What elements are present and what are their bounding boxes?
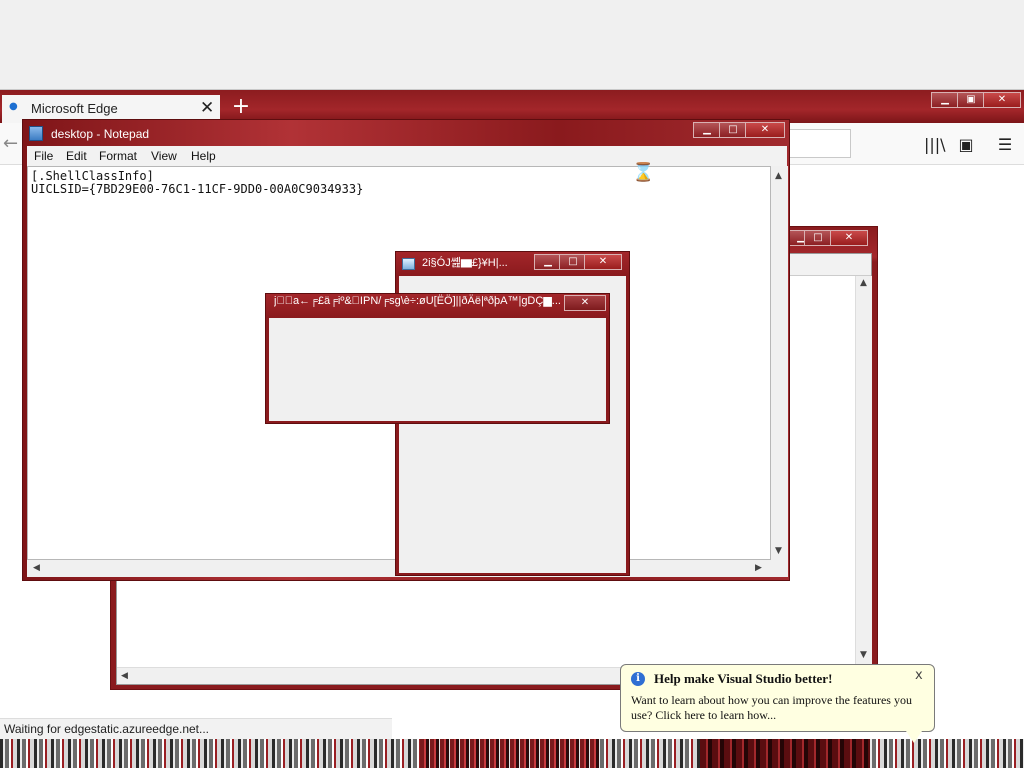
scroll-right-icon[interactable]: ▶ <box>755 563 762 573</box>
scroll-up-icon[interactable]: ▲ <box>775 171 782 181</box>
toast-title: Help make Visual Studio better! <box>654 671 833 686</box>
bg-maximize-button[interactable]: □ <box>804 230 832 246</box>
bg-close-button[interactable]: ✕ <box>830 230 868 246</box>
notepad-vertical-scrollbar[interactable]: ▲ ▼ <box>771 166 788 560</box>
menu-help[interactable]: Help <box>191 149 216 163</box>
busy-cursor-icon: ⌛ <box>632 162 655 183</box>
toast-pointer <box>906 731 922 743</box>
menu-format[interactable]: Format <box>99 149 137 163</box>
menu-edit[interactable]: Edit <box>66 149 87 163</box>
scroll-down-icon[interactable]: ▼ <box>860 650 867 660</box>
garbled-dialog-wide[interactable]: j  a←╒£ä╒iº& IPN/╒sg\è÷:øU[ËÖ]||ðÄë|ªðþA… <box>265 293 610 424</box>
toast-close-icon[interactable]: x <box>915 668 923 683</box>
notepad-menubar: File Edit Format View Help <box>27 146 787 166</box>
notepad-close-button[interactable]: ✕ <box>745 122 785 138</box>
notepad-icon <box>29 126 43 141</box>
browser-minimize-button[interactable]: ▁ <box>931 92 959 108</box>
dialog-title: j  a←╒£ä╒iº& IPN/╒sg\è÷:øU[ËÖ]||ðÄë|ªðþA… <box>274 295 561 307</box>
menu-icon[interactable]: ☰ <box>995 135 1015 154</box>
tab-favicon-icon: ● <box>9 101 18 112</box>
back-icon[interactable]: ← <box>3 133 18 154</box>
menu-view[interactable]: View <box>151 149 177 163</box>
notepad-minimize-button[interactable]: ▁ <box>693 122 721 138</box>
tab-title: Microsoft Edge <box>31 101 118 116</box>
library-icon[interactable]: |||\ <box>924 135 946 154</box>
notepad-maximize-button[interactable]: □ <box>719 122 747 138</box>
browser-close-button[interactable]: ✕ <box>983 92 1021 108</box>
info-icon: i <box>631 672 645 686</box>
tab-close-icon[interactable]: ✕ <box>200 98 214 118</box>
scroll-down-icon[interactable]: ▼ <box>775 546 782 556</box>
address-bar[interactable] <box>781 129 851 158</box>
dialog-body <box>269 318 606 421</box>
scroll-left-icon[interactable]: ◀ <box>121 671 128 681</box>
dialog-icon <box>402 258 415 270</box>
dialog-minimize-button[interactable]: ▁ <box>534 254 562 270</box>
vertical-scrollbar[interactable]: ▲ ▼ <box>855 276 872 664</box>
top-blank-area <box>0 0 1024 90</box>
toast-message[interactable]: Want to learn about how you can improve … <box>631 693 931 723</box>
sidebar-icon[interactable]: ▣ <box>956 135 976 154</box>
browser-status-bar: Waiting for edgestatic.azureedge.net... <box>0 718 392 739</box>
scroll-left-icon[interactable]: ◀ <box>33 563 40 573</box>
dialog-title: 2i§ÓJ쏊▆£}¥H|... <box>422 257 508 269</box>
dialog-close-button[interactable]: ✕ <box>564 295 606 311</box>
dialog-close-button[interactable]: ✕ <box>584 254 622 270</box>
notepad-title: desktop - Notepad <box>51 127 150 141</box>
menu-file[interactable]: File <box>34 149 53 163</box>
browser-maximize-button[interactable]: ▣ <box>957 92 985 108</box>
new-tab-button[interactable]: + <box>230 96 252 118</box>
status-text: Waiting for edgestatic.azureedge.net... <box>4 722 210 736</box>
browser-window-controls: ▁ ▣ ✕ <box>931 92 1023 108</box>
visual-studio-toast[interactable]: i Help make Visual Studio better! x Want… <box>620 664 935 732</box>
scroll-up-icon[interactable]: ▲ <box>860 278 867 288</box>
corrupted-taskbar-segment <box>420 739 600 768</box>
corrupted-taskbar-segment <box>700 739 870 768</box>
dialog-maximize-button[interactable]: □ <box>559 254 587 270</box>
